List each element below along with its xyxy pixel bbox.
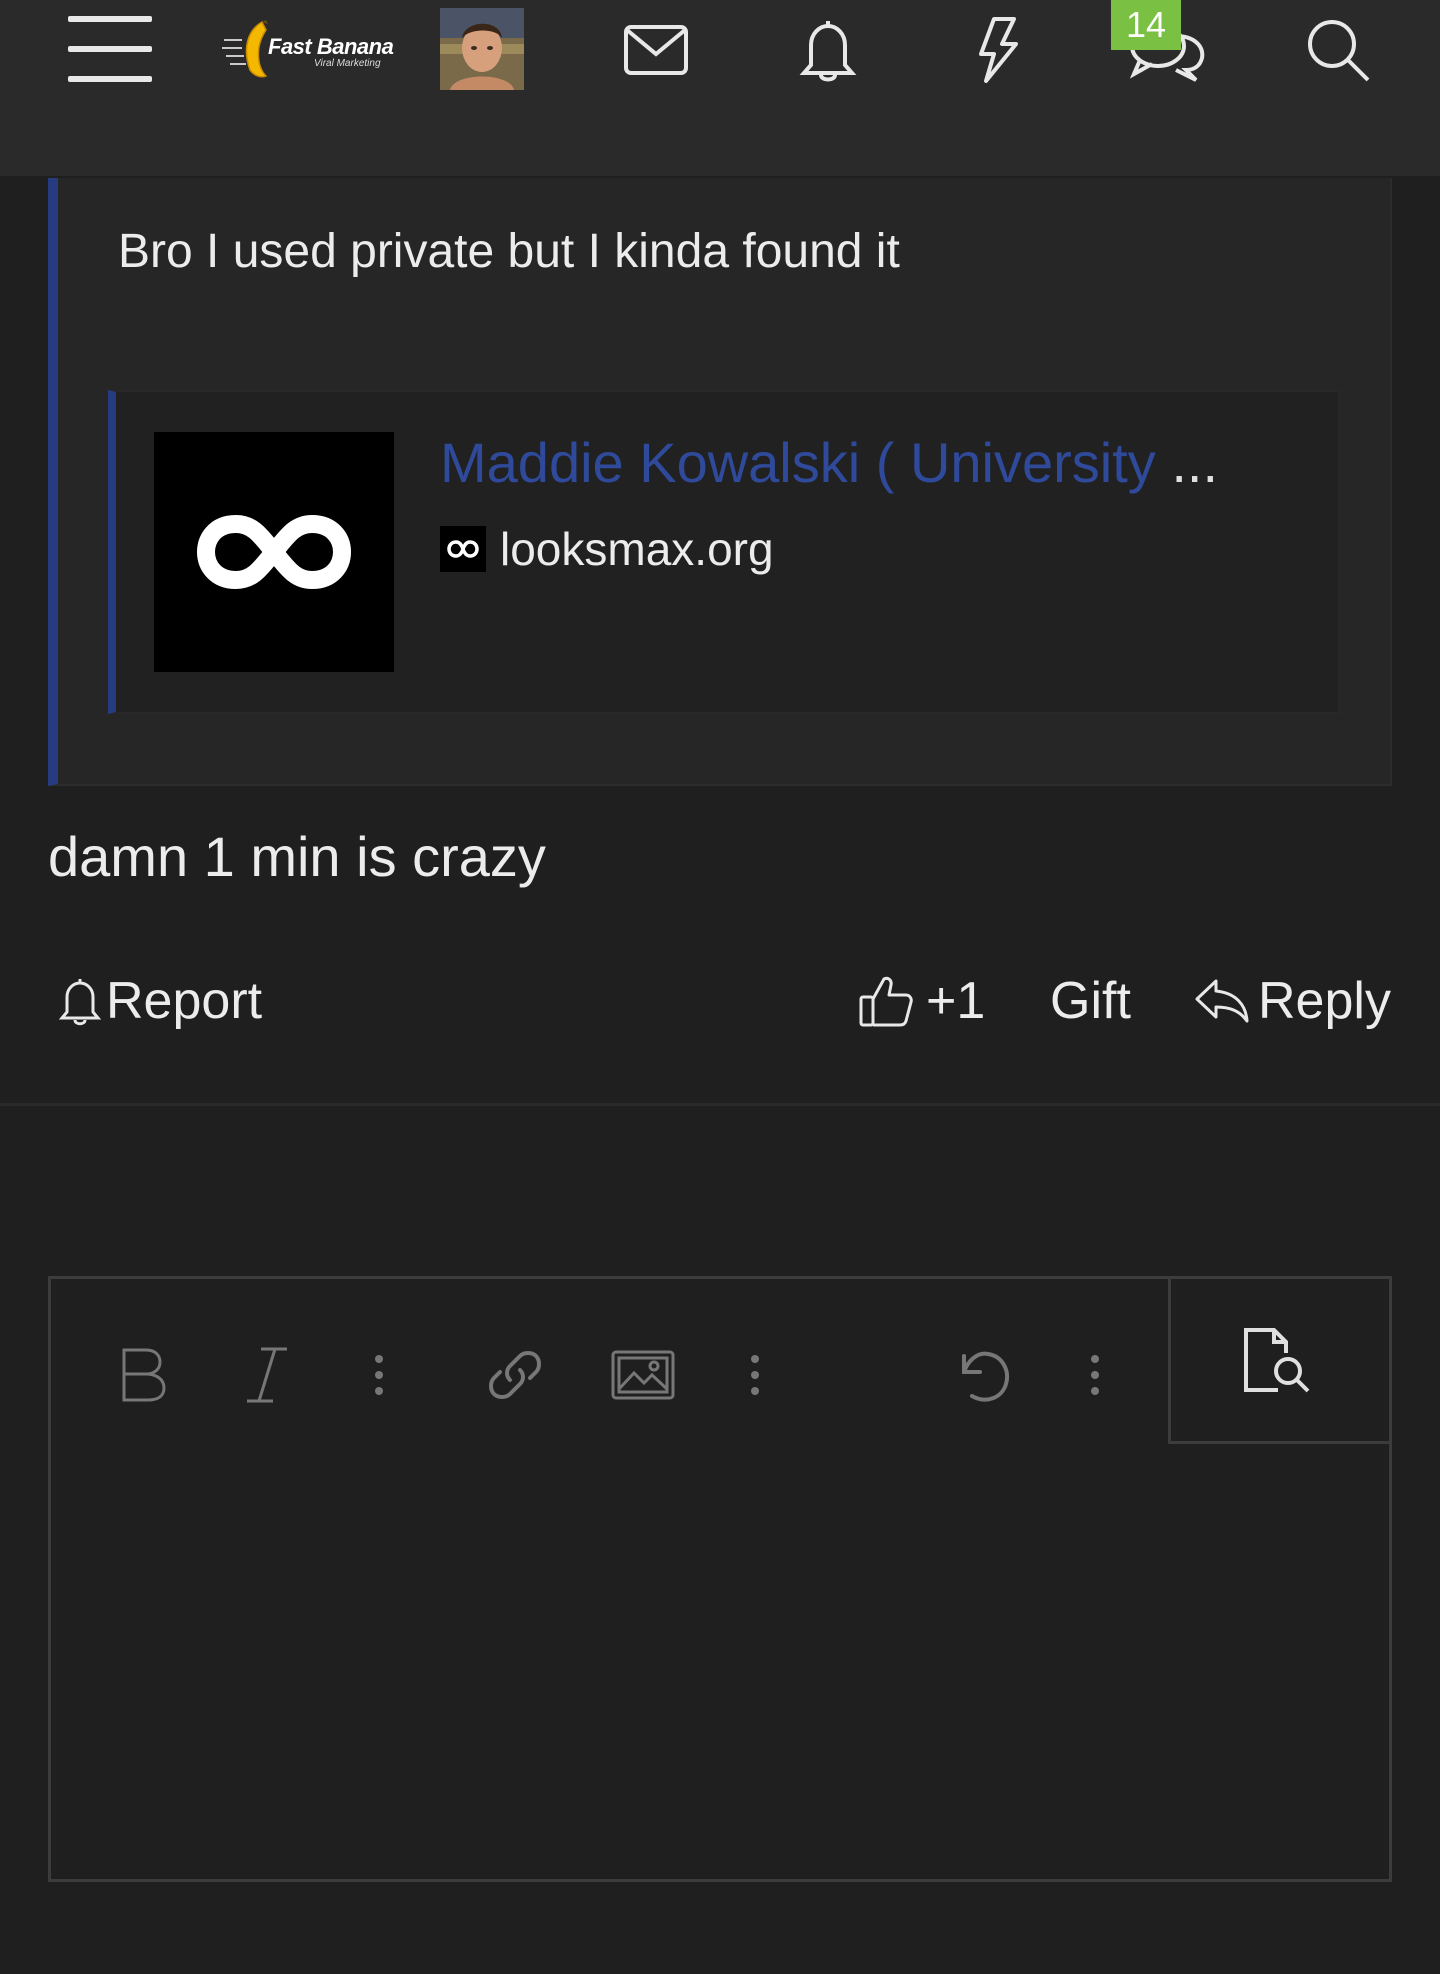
- undo-icon[interactable]: [943, 1335, 1023, 1415]
- infinity-logo-icon: [196, 514, 352, 590]
- reply-button[interactable]: Reply: [1194, 966, 1391, 1036]
- bell-icon[interactable]: [788, 10, 868, 90]
- report-label: Report: [106, 972, 263, 1030]
- bell-icon: [58, 979, 102, 1026]
- post-divider: [0, 1103, 1440, 1106]
- preview-document-search-icon: [1244, 1328, 1310, 1393]
- link-preview-site: looksmax.org: [440, 523, 774, 575]
- reply-text-area[interactable]: [51, 1449, 1389, 1879]
- site-name: looksmax.org: [500, 523, 774, 575]
- link-preview-title-text[interactable]: Maddie Kowalski ( University: [440, 431, 1156, 494]
- quoted-message: Bro I used private but I kinda found it …: [48, 178, 1392, 786]
- reply-label: Reply: [1258, 972, 1391, 1030]
- chat-count-badge: 14: [1111, 0, 1181, 50]
- envelope-icon[interactable]: [616, 10, 696, 90]
- search-icon[interactable]: [1298, 10, 1378, 90]
- site-logo[interactable]: Fast Banana Viral Marketing: [222, 18, 394, 80]
- image-icon[interactable]: [603, 1335, 683, 1415]
- post-body: damn 1 min is crazy: [48, 825, 546, 888]
- more-text-options-icon[interactable]: [339, 1335, 419, 1415]
- link-preview-ellipsis: ...: [1171, 431, 1219, 494]
- link-icon[interactable]: [475, 1335, 555, 1415]
- logo-brand-text: Fast Banana: [268, 34, 394, 59]
- top-nav-bar: Fast Banana Viral Marketing 14: [0, 0, 1440, 176]
- more-insert-options-icon[interactable]: [715, 1335, 795, 1415]
- report-button[interactable]: Report: [58, 966, 262, 1036]
- bolt-icon[interactable]: [958, 10, 1038, 90]
- link-preview-card[interactable]: Maddie Kowalski ( University ... looksma…: [108, 390, 1340, 714]
- quote-text: Bro I used private but I kinda found it: [118, 225, 900, 278]
- preview-button[interactable]: [1168, 1276, 1392, 1444]
- logo-tagline: Viral Marketing: [314, 58, 381, 69]
- gift-label: Gift: [1050, 972, 1131, 1030]
- thumbs-up-icon: [859, 976, 913, 1027]
- reply-editor: [48, 1276, 1392, 1882]
- avatar-image: [440, 8, 524, 90]
- bold-icon[interactable]: [103, 1335, 183, 1415]
- more-options-icon[interactable]: [1055, 1335, 1135, 1415]
- link-preview-thumbnail: [154, 432, 394, 672]
- user-avatar[interactable]: [440, 8, 524, 90]
- site-favicon-icon: [440, 526, 486, 572]
- link-preview-title[interactable]: Maddie Kowalski ( University ...: [440, 430, 1320, 495]
- italic-icon[interactable]: [227, 1335, 307, 1415]
- hamburger-menu-icon[interactable]: [68, 16, 152, 82]
- gift-button[interactable]: Gift: [1050, 966, 1131, 1036]
- like-button[interactable]: +1: [858, 966, 985, 1036]
- reply-arrow-icon: [1195, 979, 1249, 1023]
- like-label: +1: [926, 972, 986, 1030]
